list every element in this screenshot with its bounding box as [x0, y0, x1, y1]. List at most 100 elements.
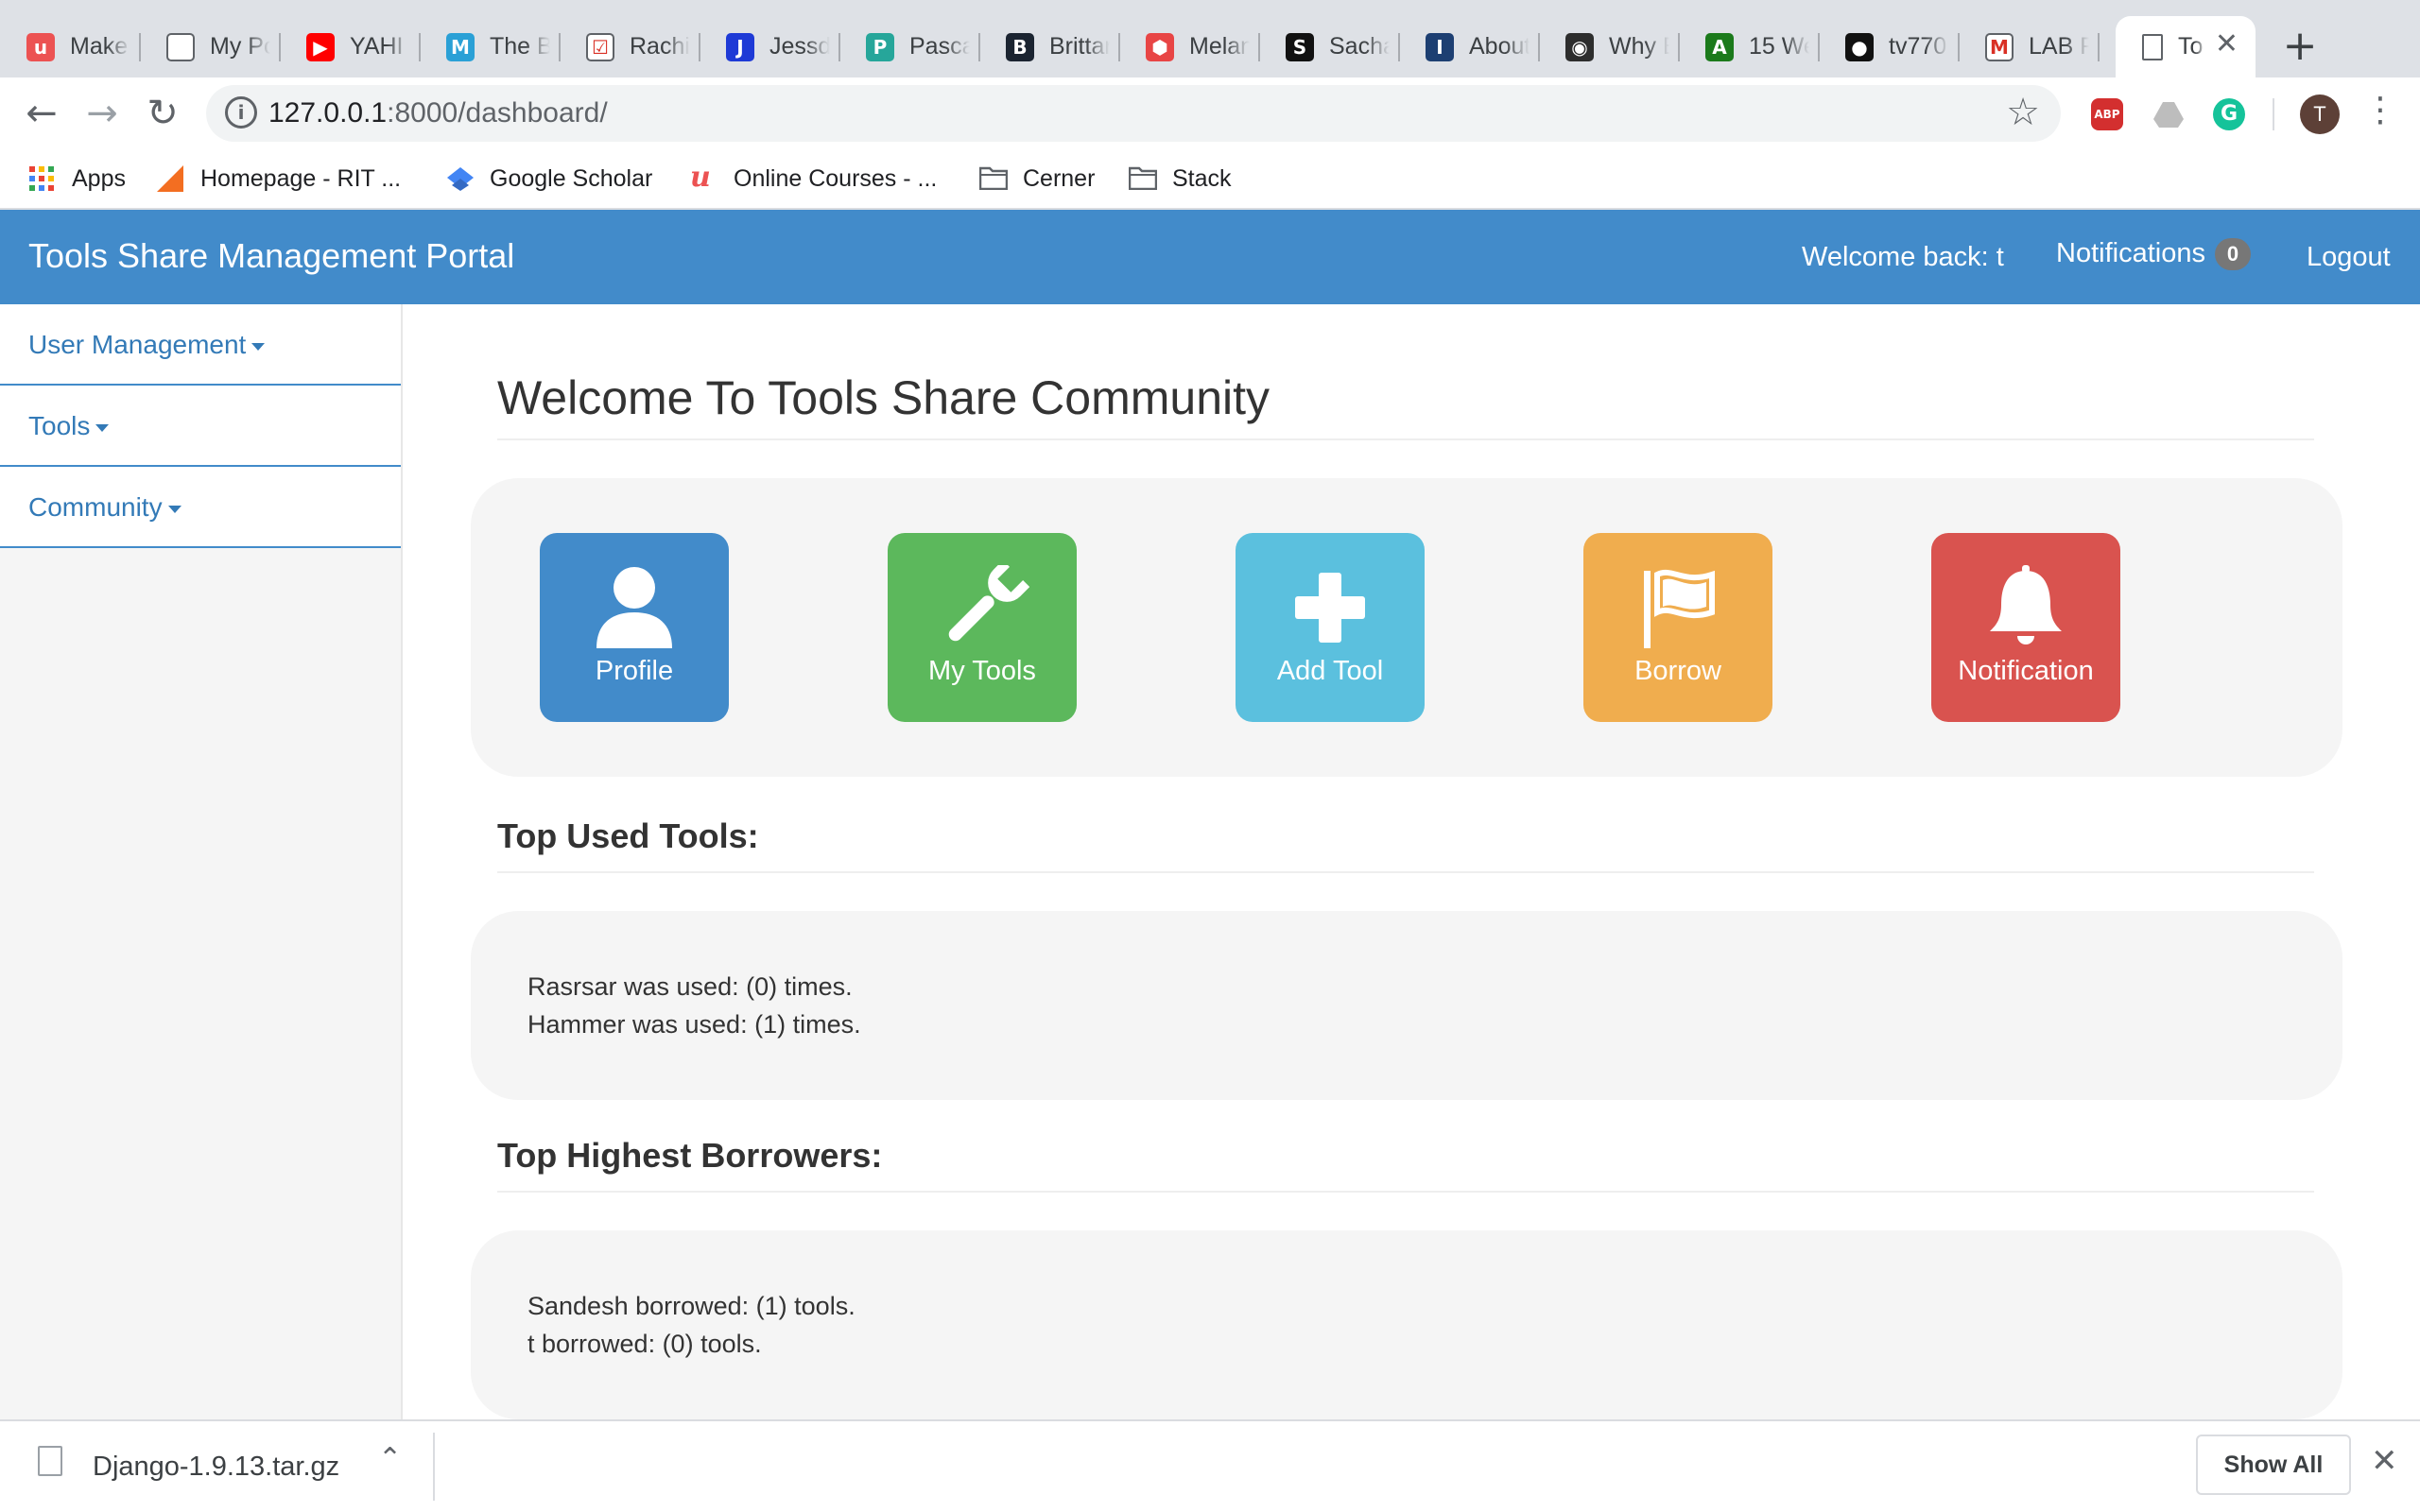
tab-title: Brittar: [1049, 33, 1110, 60]
bookmark-apps[interactable]: Apps: [28, 160, 126, 198]
notifications-count-badge: 0: [2214, 238, 2251, 271]
profile-avatar[interactable]: T: [2300, 94, 2340, 134]
logout-link[interactable]: Logout: [2307, 242, 2391, 273]
doc-icon: ☑: [586, 32, 614, 61]
sg-icon: S: [1286, 32, 1314, 61]
top-borrowers-panel: Sandesh borrowed: (1) tools. t borrowed:…: [471, 1230, 2342, 1419]
browser-tab[interactable]: ◉ Why E: [1539, 16, 1680, 77]
active-tab[interactable]: To ✕: [2116, 16, 2256, 77]
reload-button[interactable]: ↻: [140, 91, 185, 136]
tab-title: Jessd: [769, 33, 830, 60]
notifications-link[interactable]: Notifications 0: [2056, 238, 2251, 271]
brand-title[interactable]: Tools Share Management Portal: [28, 236, 514, 276]
list-item: Hammer was used: (1) times.: [527, 1010, 861, 1039]
notification-tile-button[interactable]: Notification: [1931, 533, 2120, 722]
browser-tab[interactable]: ▶ YAHI: [280, 16, 421, 77]
list-item: Sandesh borrowed: (1) tools.: [527, 1292, 856, 1320]
sidebar-item-community[interactable]: Community: [0, 467, 401, 548]
browser-tab[interactable]: M LAB F: [1959, 16, 2100, 77]
forward-button[interactable]: →: [79, 91, 125, 136]
add-tool-tile-button[interactable]: Add Tool: [1236, 533, 1425, 722]
chevron-up-icon[interactable]: ⌃: [378, 1442, 402, 1475]
tab-title: Sacha: [1329, 33, 1390, 60]
bookmark-google-scholar[interactable]: Google Scholar: [446, 160, 652, 198]
gmail-icon: M: [1985, 32, 2014, 61]
close-icon[interactable]: ✕: [2371, 1442, 2398, 1480]
bookmark-rit-homepage[interactable]: Homepage - RIT ...: [157, 160, 401, 198]
app-navbar: Tools Share Management Portal Welcome ba…: [0, 210, 2420, 304]
browser-tab[interactable]: P Pasca: [839, 16, 980, 77]
borrow-tile-button[interactable]: Borrow: [1583, 533, 1772, 722]
caret-down-icon: [167, 505, 182, 513]
bookmark-folder-stack[interactable]: Stack: [1128, 160, 1232, 198]
drive-icon[interactable]: [2152, 98, 2185, 130]
tile-label: Profile: [595, 656, 674, 686]
browser-tab[interactable]: ☑ Rachit: [560, 16, 700, 77]
browser-tab[interactable]: B Brittar: [979, 16, 1120, 77]
my-tools-tile-button[interactable]: My Tools: [888, 533, 1077, 722]
browser-tab[interactable]: ● tv770: [1819, 16, 1960, 77]
bookmark-online-courses[interactable]: u Online Courses - ...: [690, 160, 937, 198]
close-tab-icon[interactable]: ✕: [2215, 27, 2238, 60]
top-used-tools-panel: Rasrsar was used: (0) times. Hammer was …: [471, 911, 2342, 1100]
rit-icon: [157, 165, 183, 192]
tile-label: Notification: [1958, 656, 2094, 686]
sidebar-item-tools[interactable]: Tools: [0, 386, 401, 467]
tab-title: Make: [70, 33, 129, 60]
tab-title: About: [1469, 33, 1530, 60]
tab-title: tv770: [1889, 33, 1947, 60]
medium-icon: M: [446, 32, 475, 61]
bookmark-label: Apps: [72, 164, 126, 192]
browser-tab[interactable]: I About: [1399, 16, 1540, 77]
browser-toolbar: ← → ↻ i 127.0.0.1:8000/dashboard/ ☆ ABP …: [0, 77, 2420, 148]
browser-tab[interactable]: S Sacha: [1259, 16, 1400, 77]
new-tab-button[interactable]: +: [2276, 23, 2324, 70]
caret-down-icon: [251, 342, 266, 351]
notifications-label: Notifications: [2056, 238, 2205, 268]
github-icon: ●: [1845, 32, 1874, 61]
page-icon: [2142, 33, 2163, 60]
bookmark-folder-cerner[interactable]: Cerner: [978, 160, 1096, 198]
url-text[interactable]: 127.0.0.1:8000/dashboard/: [268, 97, 608, 129]
browser-tab[interactable]: M The B: [420, 16, 561, 77]
about-icon: I: [1426, 32, 1454, 61]
address-bar[interactable]: i 127.0.0.1:8000/dashboard/ ☆: [206, 85, 2061, 142]
welcome-user-link[interactable]: Welcome back: t: [1802, 242, 2004, 273]
folder-icon: [978, 165, 1009, 192]
tab-title: LAB F: [2029, 33, 2089, 60]
sidebar-item-label: Community: [28, 492, 163, 522]
show-all-button[interactable]: Show All: [2196, 1435, 2351, 1495]
tile-label: Add Tool: [1276, 656, 1384, 686]
tile-label: My Tools: [928, 656, 1036, 686]
flag-icon: [1644, 569, 1715, 648]
sidebar-item-user-management[interactable]: User Management: [0, 304, 401, 386]
chrome-menu-icon[interactable]: ⋮: [2363, 91, 2397, 129]
why-icon: ◉: [1565, 32, 1594, 61]
browser-tab[interactable]: J Jessd: [700, 16, 840, 77]
grammarly-icon[interactable]: G: [2213, 98, 2245, 130]
tab-title: YAHI: [350, 33, 404, 60]
download-item[interactable]: Django-1.9.13.tar.gz: [93, 1452, 339, 1483]
browser-tab[interactable]: u Make: [0, 16, 141, 77]
browser-tab-strip: u Make My Po ▶ YAHI M The B ☑ Rachit J Jessd P Pasca…: [0, 0, 2420, 77]
back-button[interactable]: ←: [19, 91, 64, 136]
tab-title: The B: [490, 33, 550, 60]
bookmark-star-icon[interactable]: ☆: [2006, 91, 2040, 134]
site-info-icon[interactable]: i: [225, 96, 257, 129]
browser-tab[interactable]: A 15 We: [1679, 16, 1820, 77]
browser-tab[interactable]: My Po: [140, 16, 281, 77]
adblock-icon[interactable]: ABP: [2091, 98, 2123, 130]
tab-title: To: [2178, 33, 2204, 60]
udemy-icon: u: [690, 161, 711, 194]
divider: [497, 871, 2314, 873]
profile-tile-button[interactable]: Profile: [540, 533, 729, 722]
browser-tab[interactable]: ⬢ Melan: [1119, 16, 1260, 77]
tab-title: 15 We: [1749, 33, 1809, 60]
bookmark-label: Google Scholar: [490, 164, 653, 192]
hexagon-icon: ⬢: [1146, 32, 1174, 61]
top-used-tools-heading: Top Used Tools:: [497, 816, 759, 855]
sidebar-item-label: User Management: [28, 330, 247, 359]
bookmark-label: Cerner: [1023, 164, 1096, 192]
file-icon: [38, 1446, 62, 1476]
list-item: Rasrsar was used: (0) times.: [527, 972, 853, 1001]
